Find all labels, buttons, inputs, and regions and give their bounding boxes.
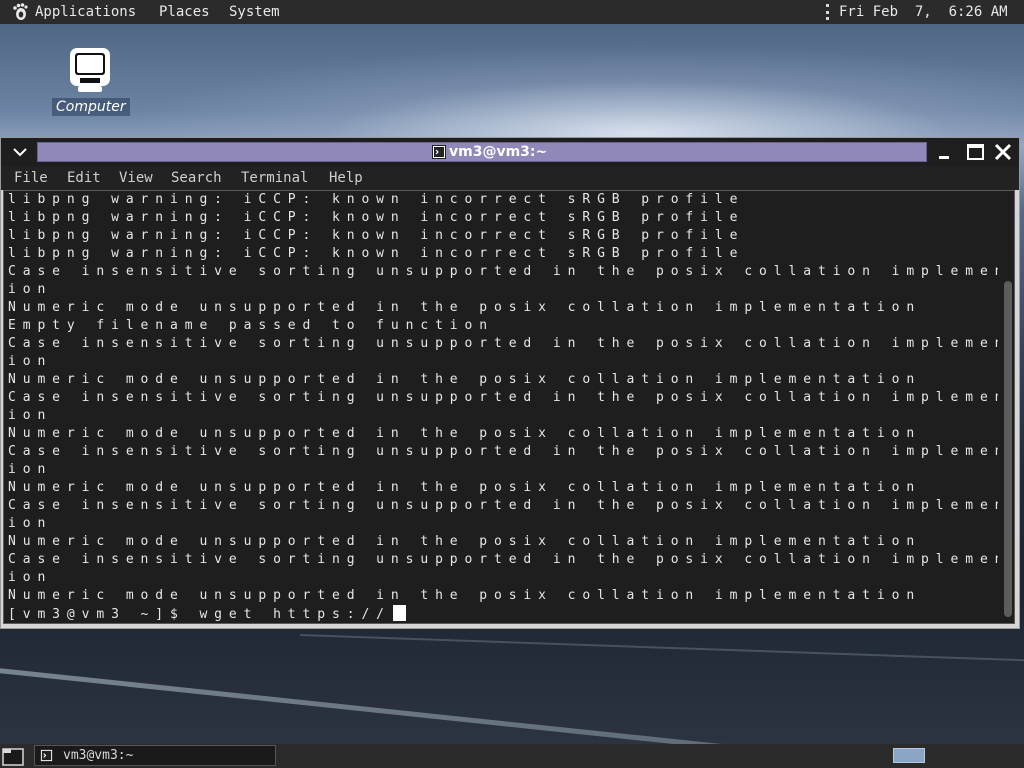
- menu-help[interactable]: Help: [329, 166, 363, 190]
- terminal-line: ion: [8, 516, 53, 531]
- window-titlebar[interactable]: vm3@vm3:~: [1, 138, 1019, 166]
- terminal-scrollbar[interactable]: [1004, 195, 1012, 619]
- terminal-line: Case insensitive sorting unsupported in …: [8, 264, 998, 279]
- gnome-foot-icon[interactable]: [10, 2, 30, 22]
- terminal-line: Numeric mode unsupported in the posix co…: [8, 426, 922, 441]
- terminal-line: ion: [8, 408, 53, 423]
- taskbar-button-label: vm3@vm3:~: [63, 748, 134, 763]
- menu-applications[interactable]: Applications: [35, 0, 136, 24]
- maximize-icon[interactable]: [966, 142, 986, 162]
- terminal-line: libpng warning: iCCP: known incorrect sR…: [8, 192, 745, 207]
- terminal-output[interactable]: libpng warning: iCCP: known incorrect sR…: [3, 190, 1015, 624]
- menu-places[interactable]: Places: [159, 0, 210, 24]
- minimize-icon[interactable]: [931, 142, 951, 162]
- terminal-line: Case insensitive sorting unsupported in …: [8, 552, 998, 567]
- terminal-line: ion: [8, 462, 53, 477]
- menu-terminal[interactable]: Terminal: [241, 166, 308, 190]
- terminal-line: Numeric mode unsupported in the posix co…: [8, 372, 922, 387]
- close-icon[interactable]: [993, 142, 1013, 162]
- window-title: vm3@vm3:~: [449, 144, 548, 160]
- show-desktop-icon[interactable]: [2, 746, 24, 766]
- terminal-line: Numeric mode unsupported in the posix co…: [8, 588, 922, 603]
- text-cursor: [392, 605, 406, 621]
- terminal-line: Numeric mode unsupported in the posix co…: [8, 534, 922, 549]
- taskbar-button-terminal[interactable]: vm3@vm3:~: [34, 745, 276, 766]
- terminal-line: ion: [8, 570, 53, 585]
- terminal-icon: [432, 145, 446, 159]
- terminal-prompt-line[interactable]: [vm3@vm3 ~]$ wget https://: [8, 605, 998, 623]
- menu-file[interactable]: File: [14, 166, 48, 190]
- workspace-switcher-1[interactable]: [893, 748, 925, 763]
- panel-handle[interactable]: [826, 4, 830, 20]
- terminal-icon: [40, 749, 53, 762]
- terminal-line: Empty filename passed to function: [8, 318, 494, 333]
- clock[interactable]: Fri Feb 7, 6:26 AM: [839, 0, 1008, 24]
- window-menu-chevron-icon[interactable]: [11, 144, 29, 160]
- wallpaper-highlight: [0, 664, 1024, 744]
- terminal-window[interactable]: vm3@vm3:~ File Edit View Search Terminal…: [0, 137, 1020, 629]
- terminal-line: libpng warning: iCCP: known incorrect sR…: [8, 210, 745, 225]
- menu-search[interactable]: Search: [171, 166, 222, 190]
- terminal-line: ion: [8, 282, 53, 297]
- menu-view[interactable]: View: [119, 166, 153, 190]
- terminal-line: Numeric mode unsupported in the posix co…: [8, 300, 922, 315]
- menu-system[interactable]: System: [229, 0, 280, 24]
- terminal-line: Case insensitive sorting unsupported in …: [8, 390, 998, 405]
- terminal-menubar: File Edit View Search Terminal Help: [1, 166, 1019, 190]
- terminal-line: libpng warning: iCCP: known incorrect sR…: [8, 228, 745, 243]
- terminal-line: ion: [8, 354, 53, 369]
- wallpaper-highlight-secondary: [299, 634, 1024, 664]
- scrollbar-thumb[interactable]: [1004, 281, 1012, 617]
- menu-edit[interactable]: Edit: [67, 166, 101, 190]
- terminal-line: Case insensitive sorting unsupported in …: [8, 444, 998, 459]
- terminal-line: Case insensitive sorting unsupported in …: [8, 336, 998, 351]
- terminal-prompt[interactable]: [vm3@vm3 ~]$ wget https://: [8, 607, 391, 622]
- terminal-line: Case insensitive sorting unsupported in …: [8, 498, 998, 513]
- desktop-icon-computer[interactable]: Computer: [52, 46, 130, 136]
- computer-monitor-icon: [70, 48, 110, 92]
- terminal-line: Numeric mode unsupported in the posix co…: [8, 480, 922, 495]
- bottom-panel: vm3@vm3:~: [0, 744, 1024, 768]
- desktop-icon-label: Computer: [52, 98, 130, 116]
- top-panel: Applications Places System Fri Feb 7, 6:…: [0, 0, 1024, 24]
- terminal-line: libpng warning: iCCP: known incorrect sR…: [8, 246, 745, 261]
- terminal-lines: libpng warning: iCCP: known incorrect sR…: [8, 191, 998, 623]
